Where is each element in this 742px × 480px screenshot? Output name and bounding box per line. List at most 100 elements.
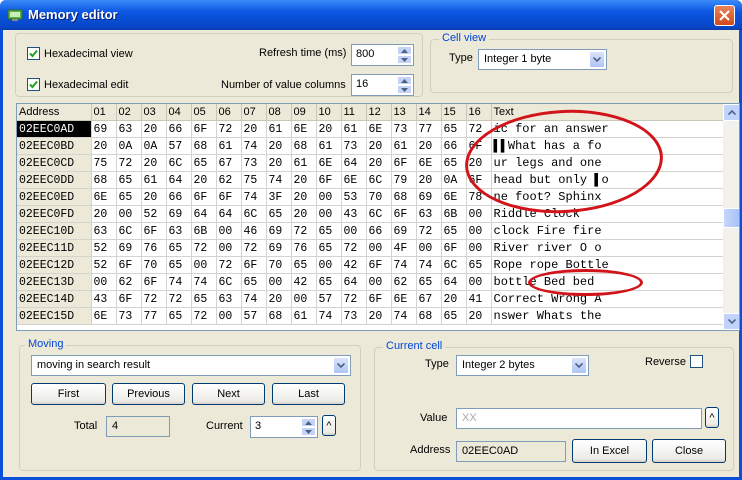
hex-cell[interactable]: 6E — [316, 154, 342, 172]
hex-cell[interactable]: 64 — [191, 205, 217, 223]
hex-cell[interactable]: 76 — [291, 239, 317, 257]
dropdown-button[interactable] — [571, 357, 587, 374]
hex-cell[interactable]: 00 — [216, 239, 242, 257]
hex-cell[interactable]: 68 — [191, 137, 217, 155]
hex-cell[interactable]: 6C — [366, 171, 392, 189]
row-address[interactable]: 02EEC15D — [17, 307, 92, 325]
hex-cell[interactable]: 72 — [241, 239, 267, 257]
hex-cell[interactable]: 74 — [391, 307, 417, 325]
hex-cell[interactable]: 6B — [441, 205, 467, 223]
hex-cell[interactable]: 6E — [441, 188, 467, 206]
close-button[interactable]: Close — [652, 439, 726, 463]
hex-cell[interactable]: 74 — [241, 188, 267, 206]
hex-cell[interactable]: 69 — [91, 120, 117, 138]
hex-cell[interactable]: 72 — [416, 222, 442, 240]
hex-cell[interactable]: 65 — [166, 256, 192, 274]
row-address[interactable]: 02EEC14D — [17, 290, 92, 308]
hex-cell[interactable]: 73 — [391, 120, 417, 138]
hex-cell[interactable]: 20 — [141, 188, 167, 206]
hex-cell[interactable]: 73 — [341, 307, 367, 325]
hex-cell[interactable]: 6B — [191, 222, 217, 240]
dropdown-button[interactable] — [333, 357, 349, 374]
row-address[interactable]: 02EEC0CD — [17, 154, 92, 172]
hex-cell[interactable]: 4F — [391, 239, 417, 257]
header-col-02[interactable]: 02 — [116, 104, 142, 121]
hex-cell[interactable]: 3F — [266, 188, 292, 206]
hex-cell[interactable]: 63 — [216, 290, 242, 308]
hex-cell[interactable]: 69 — [416, 188, 442, 206]
hex-cell[interactable]: 66 — [366, 222, 392, 240]
hex-cell[interactable]: 57 — [316, 290, 342, 308]
hex-cell[interactable]: 20 — [91, 205, 117, 223]
hex-cell[interactable]: 20 — [316, 120, 342, 138]
header-col-09[interactable]: 09 — [291, 104, 317, 121]
hex-cell[interactable]: 57 — [241, 307, 267, 325]
hex-cell[interactable]: 00 — [316, 205, 342, 223]
hex-cell[interactable]: 72 — [191, 239, 217, 257]
hex-cell[interactable]: 6C — [216, 273, 242, 291]
hex-cell[interactable]: 69 — [266, 222, 292, 240]
hex-cell[interactable]: 6F — [391, 205, 417, 223]
current-cell-type-select[interactable]: Integer 2 bytes — [456, 355, 589, 376]
hex-cell[interactable]: 64 — [166, 171, 192, 189]
row-address[interactable]: 02EEC0ED — [17, 188, 92, 206]
hex-cell[interactable]: 6F — [141, 273, 167, 291]
header-col-04[interactable]: 04 — [166, 104, 192, 121]
hex-cell[interactable]: 20 — [291, 171, 317, 189]
hex-cell[interactable]: 20 — [416, 171, 442, 189]
scroll-up-button[interactable] — [723, 104, 739, 121]
hex-cell[interactable]: 6F — [216, 188, 242, 206]
hex-cell[interactable]: 00 — [366, 273, 392, 291]
hex-cell[interactable]: 6E — [291, 120, 317, 138]
hex-cell[interactable]: 20 — [91, 137, 117, 155]
hex-cell[interactable]: 6C — [441, 256, 467, 274]
hex-cell[interactable]: 72 — [341, 290, 367, 308]
hex-cell[interactable]: 72 — [291, 222, 317, 240]
hex-cell[interactable]: 00 — [216, 307, 242, 325]
hex-cell[interactable]: 61 — [141, 171, 167, 189]
hex-cell[interactable]: 65 — [441, 222, 467, 240]
hex-cell[interactable]: 6C — [166, 154, 192, 172]
hex-cell[interactable]: 0A — [116, 137, 142, 155]
hex-cell[interactable]: 74 — [316, 307, 342, 325]
hex-cell[interactable]: 6F — [116, 256, 142, 274]
header-col-08[interactable]: 08 — [266, 104, 292, 121]
hex-edit-checkbox[interactable] — [27, 78, 40, 91]
hex-cell[interactable]: 62 — [216, 171, 242, 189]
hex-cell[interactable]: 74 — [416, 256, 442, 274]
value-columns-spinner[interactable]: 16 — [351, 74, 414, 96]
text-cell[interactable]: clock Fire fire — [491, 222, 724, 240]
spinner-up-button[interactable] — [397, 76, 412, 85]
hex-cell[interactable]: 72 — [341, 239, 367, 257]
hex-cell[interactable]: 20 — [266, 154, 292, 172]
hex-cell[interactable]: 69 — [166, 205, 192, 223]
spinner-up-button[interactable] — [397, 46, 412, 55]
header-col-14[interactable]: 14 — [416, 104, 442, 121]
spinner-down-button[interactable] — [397, 85, 412, 94]
row-address[interactable]: 02EEC13D — [17, 273, 92, 291]
window-close-button[interactable] — [714, 5, 735, 26]
hex-cell[interactable]: 6F — [366, 290, 392, 308]
hex-cell[interactable]: 61 — [391, 137, 417, 155]
current-spinner[interactable]: 3 — [250, 416, 318, 438]
hex-cell[interactable]: 20 — [291, 205, 317, 223]
hex-cell[interactable]: 00 — [366, 239, 392, 257]
hex-cell[interactable]: 65 — [466, 256, 492, 274]
hex-cell[interactable]: 68 — [391, 188, 417, 206]
hex-cell[interactable]: 6E — [91, 307, 117, 325]
hex-cell[interactable]: 6E — [341, 171, 367, 189]
hex-cell[interactable]: 64 — [216, 205, 242, 223]
reverse-checkbox[interactable] — [690, 355, 703, 368]
header-col-01[interactable]: 01 — [91, 104, 117, 121]
text-cell[interactable]: River river O o — [491, 239, 724, 257]
cell-view-type-select[interactable]: Integer 1 byte — [478, 49, 607, 70]
hex-cell[interactable]: 64 — [441, 273, 467, 291]
grid-vertical-scrollbar[interactable] — [723, 104, 739, 330]
hex-cell[interactable]: 67 — [216, 154, 242, 172]
hex-cell[interactable]: 43 — [341, 205, 367, 223]
hex-cell[interactable]: 00 — [466, 205, 492, 223]
hex-cell[interactable]: 73 — [341, 137, 367, 155]
hex-cell[interactable]: 61 — [266, 120, 292, 138]
hex-cell[interactable]: 68 — [416, 307, 442, 325]
hex-cell[interactable]: 66 — [166, 188, 192, 206]
